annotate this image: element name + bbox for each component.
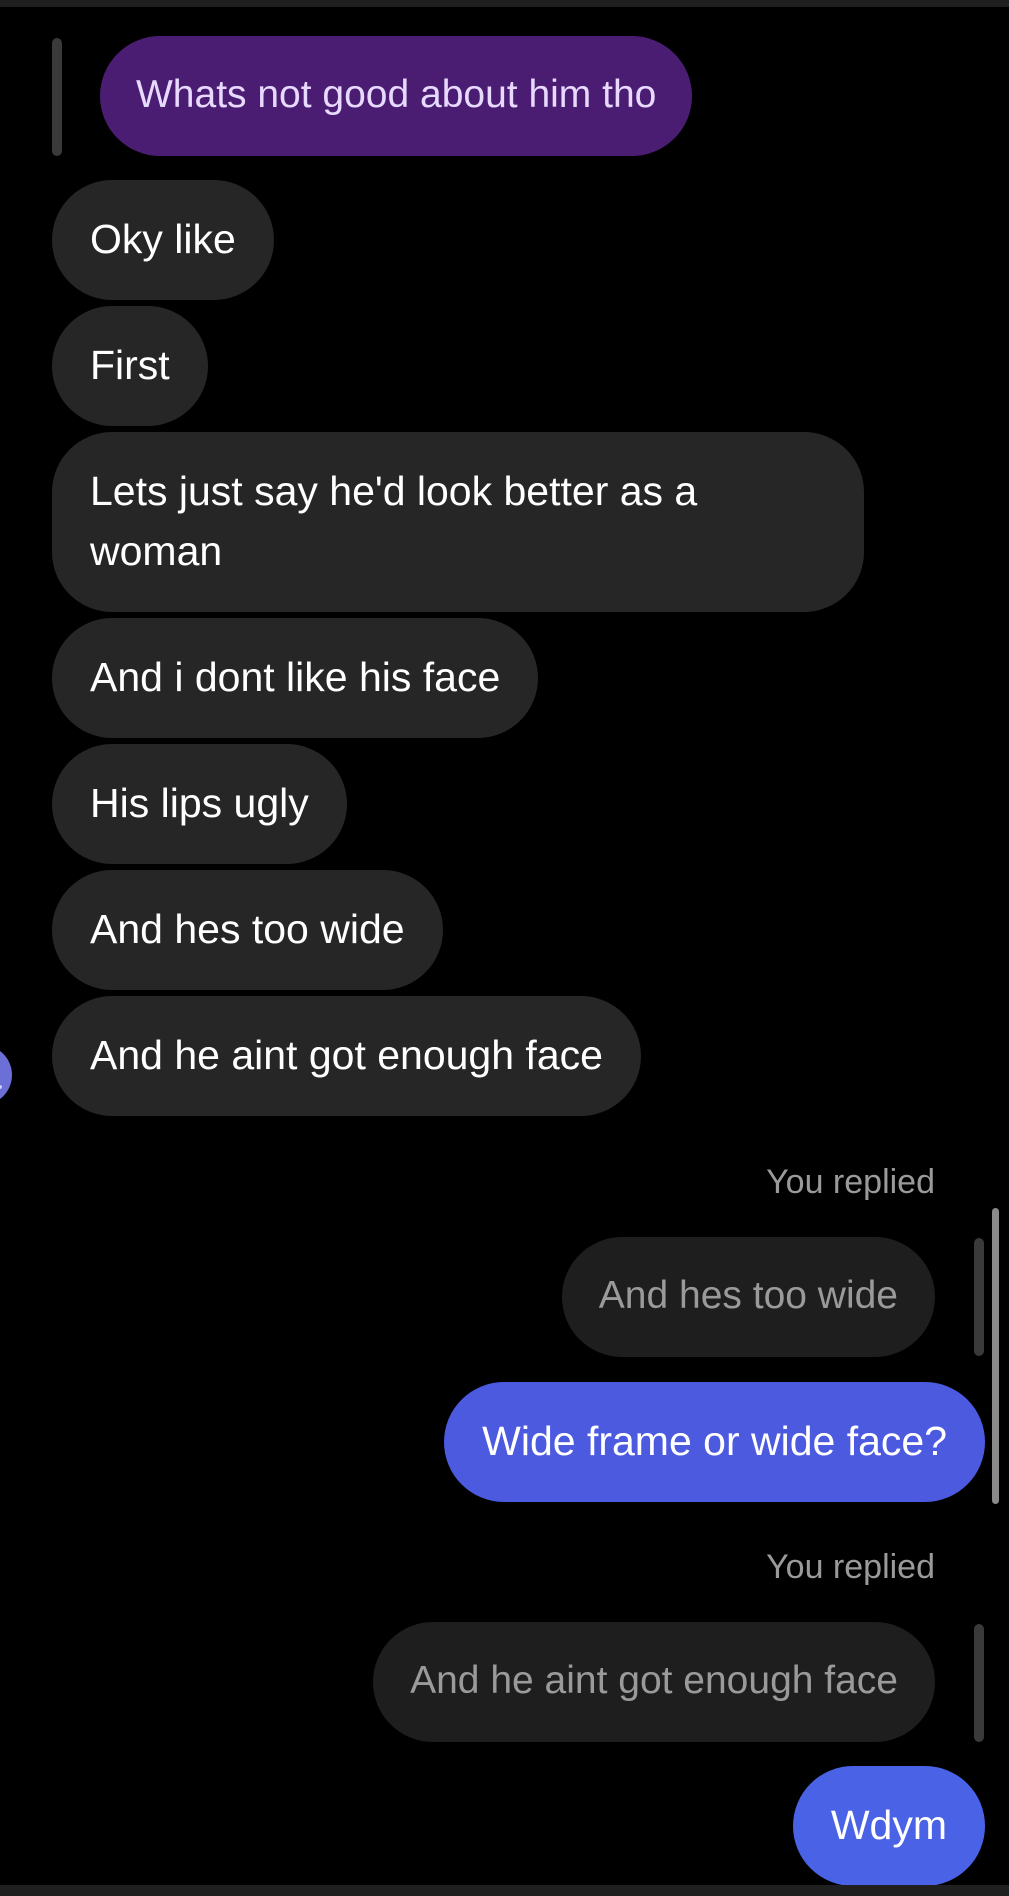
quoted-message[interactable]: Whats not good about him tho [100,36,693,156]
top-divider [0,0,1009,7]
message-bubble[interactable]: His lips ugly [52,744,347,864]
reply-label: You replied [766,1163,935,1201]
scrollbar[interactable] [992,1208,999,1504]
replied-to-message[interactable]: And hes too wide [561,1237,935,1357]
sent-message[interactable]: Wdym [792,1766,985,1886]
quote-bar [52,38,62,156]
message-bubble[interactable]: And i dont like his face [52,618,539,738]
sent-message[interactable]: Wide frame or wide face? [444,1382,985,1502]
reply-label: You replied [766,1548,935,1586]
message-bubble[interactable]: First [52,306,208,426]
message-bubble[interactable]: Oky like [52,180,274,300]
bottom-divider [0,1885,1009,1896]
message-bubble[interactable]: And he aint got enough face [52,996,641,1116]
message-bubble[interactable]: And hes too wide [52,870,443,990]
reply-bar [974,1238,984,1356]
message-bubble[interactable]: Lets just say he'd look better as a woma… [52,432,864,612]
replied-to-message[interactable]: And he aint got enough face [373,1622,935,1742]
sender-avatar-icon[interactable] [0,1045,12,1105]
reply-bar [974,1624,984,1742]
